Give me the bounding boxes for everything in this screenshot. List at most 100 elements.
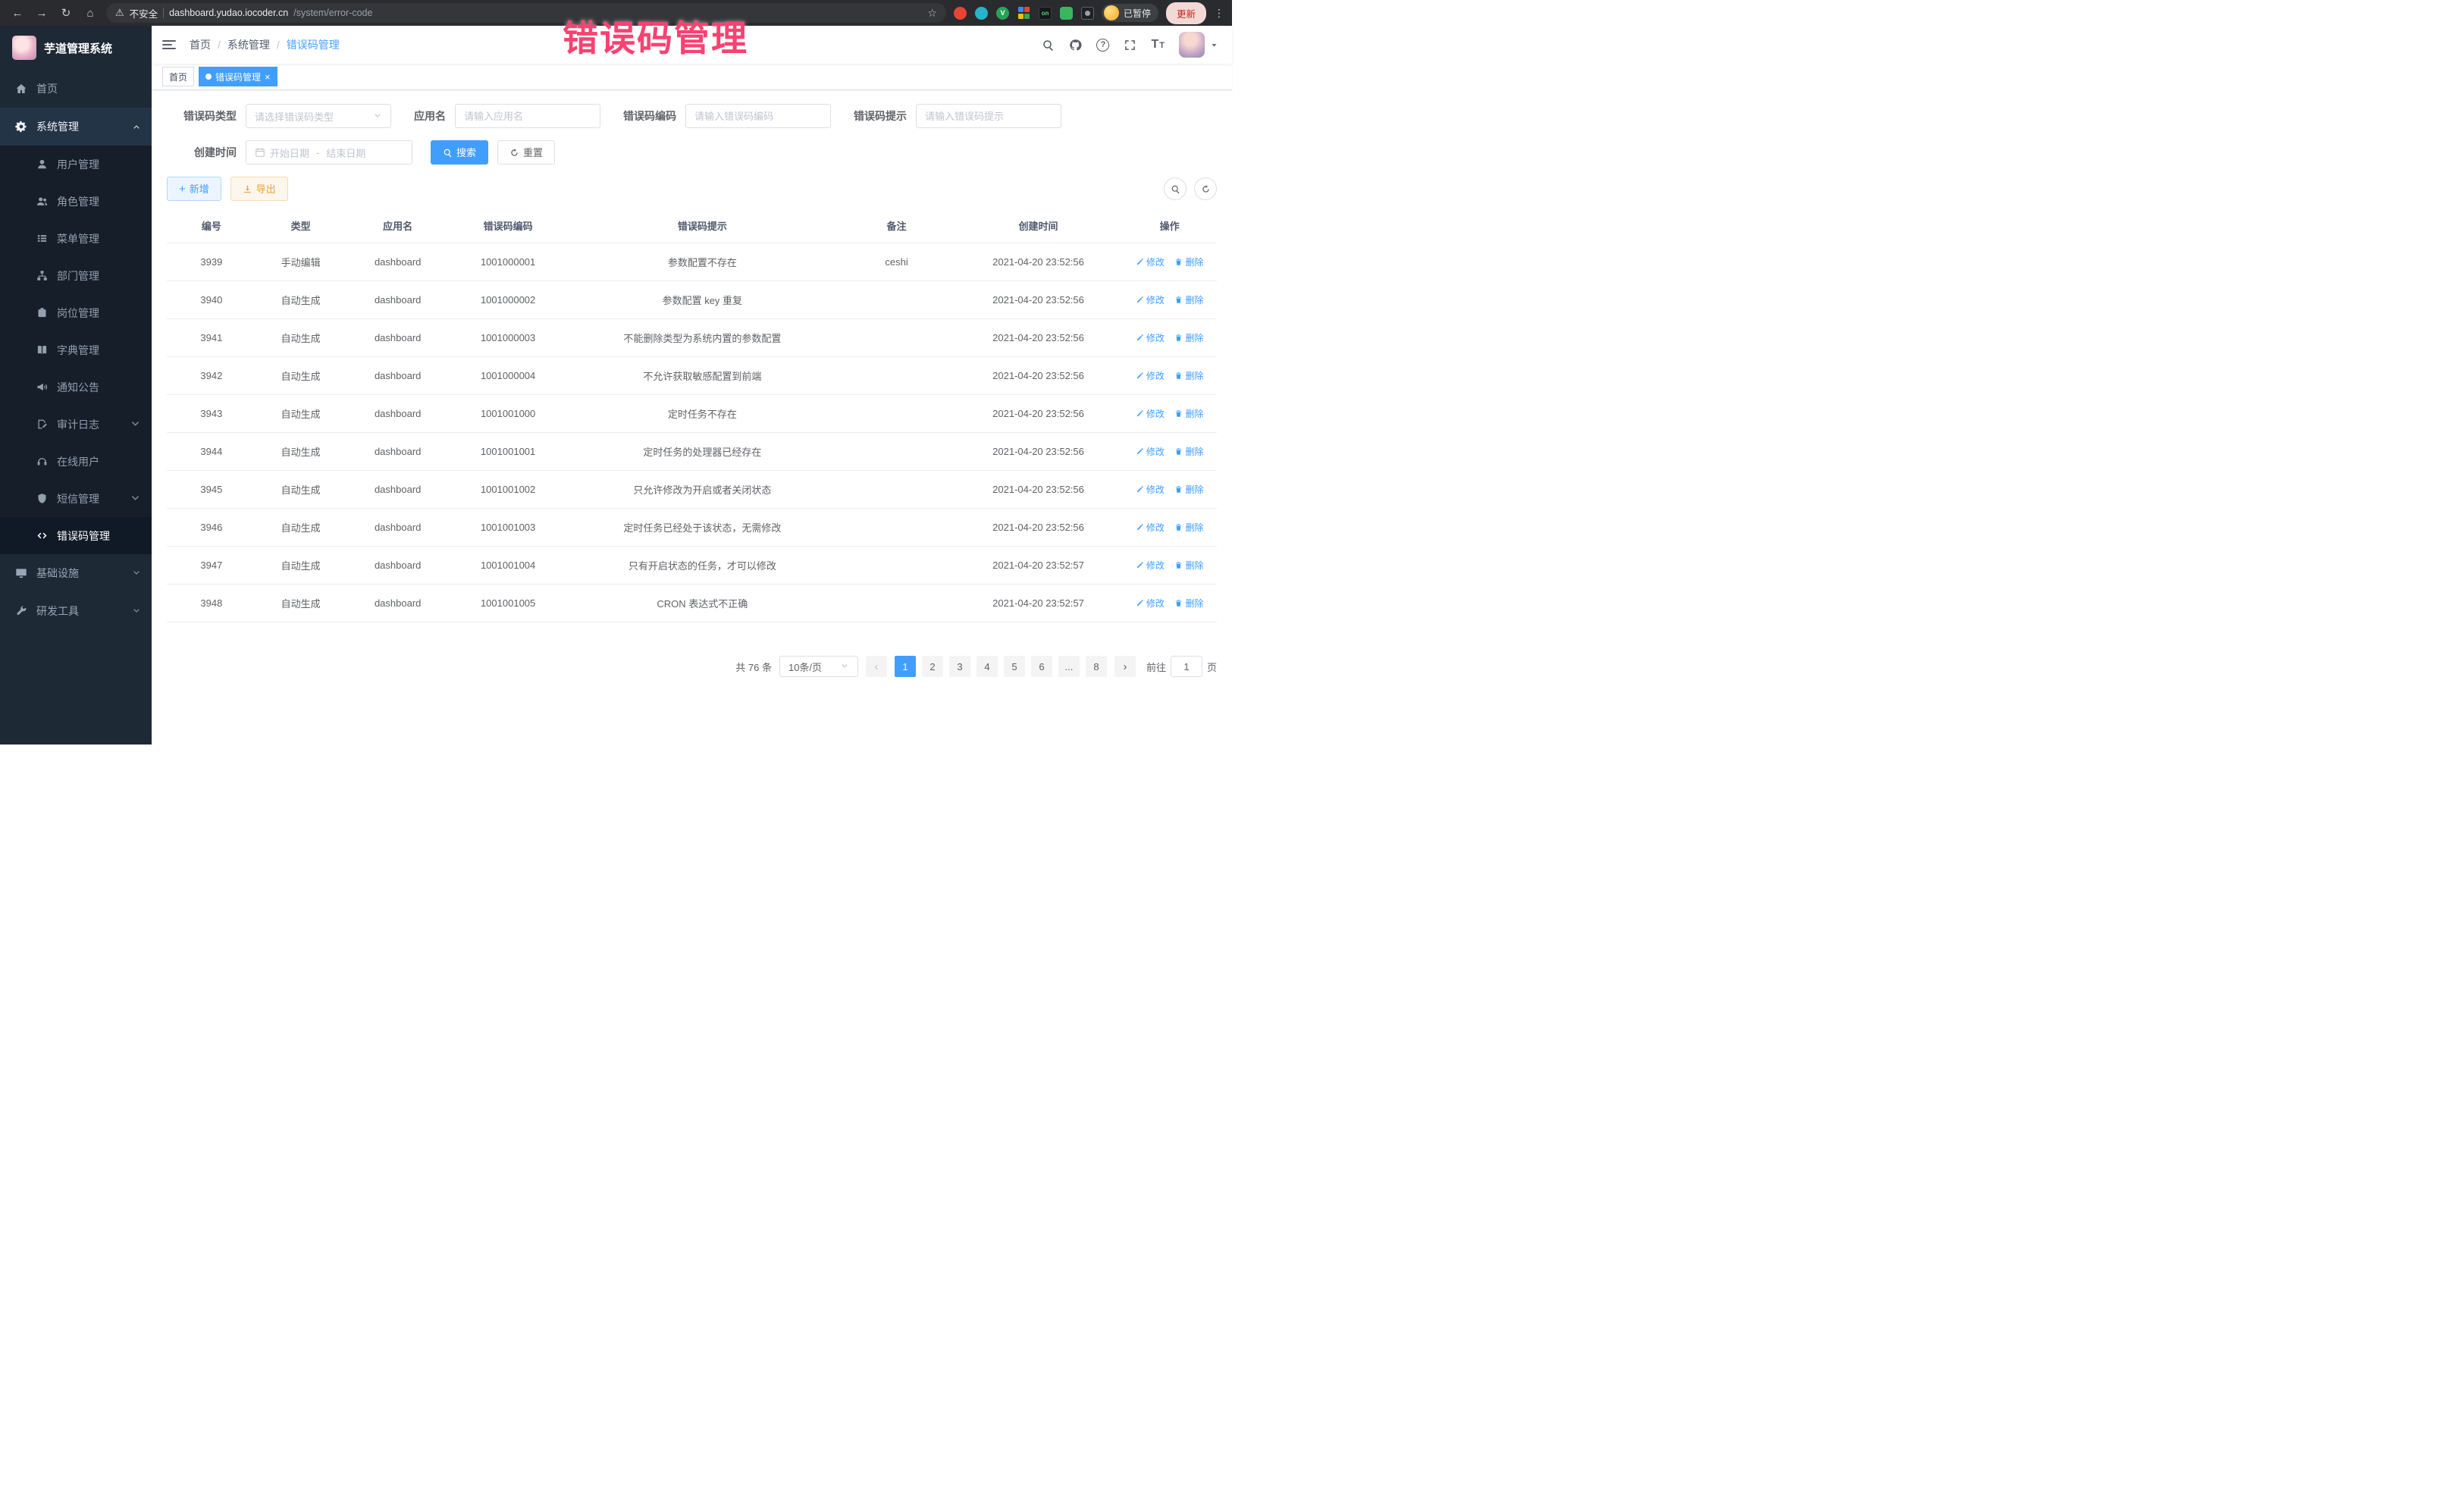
edit-link[interactable]: 修改 — [1136, 369, 1165, 382]
app-logo[interactable]: 芋道管理系统 — [0, 26, 152, 70]
active-dot — [205, 74, 212, 80]
reload-icon[interactable]: ↻ — [58, 8, 74, 19]
font-size-icon[interactable]: TT — [1151, 38, 1165, 52]
end-date-placeholder: 结束日期 — [326, 146, 365, 160]
error-code-input[interactable] — [685, 104, 831, 128]
sidebar-subitem[interactable]: 岗位管理 — [0, 294, 152, 331]
fullscreen-icon[interactable] — [1124, 39, 1136, 52]
sidebar-subitem[interactable]: 角色管理 — [0, 183, 152, 220]
page-button[interactable]: 4 — [977, 656, 998, 677]
error-type-select[interactable]: 请选择错误码类型 — [246, 104, 391, 128]
sidebar-item-home[interactable]: 首页 — [0, 70, 152, 108]
browser-home-icon[interactable]: ⌂ — [82, 8, 99, 19]
error-hint-input[interactable] — [916, 104, 1061, 128]
toggle-search-button[interactable] — [1164, 177, 1187, 200]
edit-link[interactable]: 修改 — [1136, 483, 1165, 496]
tags-bar: 首页 × 错误码管理 × — [152, 64, 1232, 90]
prev-page-button[interactable]: ‹ — [866, 656, 887, 677]
page-size-select[interactable]: 10条/页 — [779, 656, 858, 677]
sidebar-subitem[interactable]: 部门管理 — [0, 257, 152, 294]
edit-link[interactable]: 修改 — [1136, 255, 1165, 268]
page-button[interactable]: 1 — [895, 656, 916, 677]
add-button[interactable]: + 新增 — [167, 177, 221, 201]
sidebar-subitem[interactable]: 审计日志 — [0, 406, 152, 443]
sidebar-subitem[interactable]: 通知公告 — [0, 368, 152, 406]
edit-link[interactable]: 修改 — [1136, 331, 1165, 344]
github-icon[interactable] — [1069, 39, 1082, 52]
back-icon[interactable]: ← — [9, 8, 26, 19]
delete-link[interactable]: 删除 — [1174, 293, 1203, 306]
delete-link[interactable]: 删除 — [1174, 483, 1203, 496]
edit-link[interactable]: 修改 — [1136, 293, 1165, 306]
edit-link[interactable]: 修改 — [1136, 559, 1165, 572]
close-icon[interactable]: × — [265, 72, 271, 82]
sidebar-item-system[interactable]: 系统管理 — [0, 108, 152, 146]
sidebar-subitem[interactable]: 在线用户 — [0, 443, 152, 480]
reset-button[interactable]: 重置 — [497, 140, 555, 165]
sidebar-subitem[interactable]: 用户管理 — [0, 146, 152, 183]
navbar-actions: ? TT — [1042, 32, 1218, 58]
breadcrumb-item[interactable]: 首页 — [190, 37, 227, 52]
page-button[interactable]: 2 — [922, 656, 943, 677]
next-page-button[interactable]: › — [1114, 656, 1136, 677]
drop-extension-icon[interactable] — [975, 7, 988, 20]
cell-type: 自动生成 — [256, 585, 346, 622]
delete-link[interactable]: 删除 — [1174, 255, 1203, 268]
delete-link[interactable]: 删除 — [1174, 521, 1203, 534]
delete-link[interactable]: 删除 — [1174, 559, 1203, 572]
search-button[interactable]: 搜索 — [431, 140, 488, 165]
page-button[interactable]: 5 — [1004, 656, 1025, 677]
refresh-table-button[interactable] — [1194, 177, 1217, 200]
delete-link[interactable]: 删除 — [1174, 407, 1203, 420]
bookmark-star-icon[interactable]: ☆ — [927, 7, 937, 20]
hamburger-icon[interactable] — [162, 40, 176, 49]
page-button[interactable]: 8 — [1086, 656, 1107, 677]
extensions-puzzle-icon[interactable] — [1081, 7, 1094, 20]
user-menu[interactable] — [1179, 32, 1218, 58]
profile-chip[interactable]: 已暂停 — [1102, 4, 1158, 22]
grid-extension-icon[interactable] — [1017, 7, 1030, 20]
breadcrumb-item[interactable]: 错误码管理 — [287, 37, 340, 52]
cell-hint: 定时任务已经处于该状态，无需修改 — [566, 509, 839, 547]
v-extension-icon[interactable]: V — [996, 7, 1009, 20]
sidebar-item[interactable]: 基础设施 — [0, 554, 152, 592]
sidebar-subitem[interactable]: 短信管理 — [0, 480, 152, 517]
app-name-input[interactable] — [455, 104, 600, 128]
search-icon[interactable] — [1042, 39, 1055, 52]
cell-app: dashboard — [345, 433, 450, 471]
trash-icon — [1174, 409, 1183, 418]
sidebar-subitem[interactable]: 字典管理 — [0, 331, 152, 368]
edit-link[interactable]: 修改 — [1136, 521, 1165, 534]
sidebar-item[interactable]: 研发工具 — [0, 592, 152, 630]
delete-link[interactable]: 删除 — [1174, 597, 1203, 610]
date-range-picker[interactable]: 开始日期 - 结束日期 — [246, 140, 412, 165]
export-button[interactable]: 导出 — [230, 177, 288, 201]
cell-time: 2021-04-20 23:52:56 — [955, 281, 1123, 319]
tag-view[interactable]: 首页 × — [162, 67, 194, 86]
menu-kebab-icon[interactable]: ⋮ — [1214, 8, 1223, 18]
tag-view[interactable]: 错误码管理 × — [199, 67, 277, 86]
address-bar[interactable]: ⚠ 不安全 dashboard.yudao.iocoder.cn/system/… — [106, 3, 946, 23]
app-name-label: 应用名 — [414, 108, 455, 124]
page-button[interactable]: 6 — [1031, 656, 1052, 677]
edit-link[interactable]: 修改 — [1136, 407, 1165, 420]
sidebar-subitem[interactable]: 菜单管理 — [0, 220, 152, 257]
goto-page-input[interactable] — [1171, 656, 1202, 677]
sidebar-subitem[interactable]: 错误码管理 — [0, 517, 152, 554]
page-button[interactable]: 3 — [949, 656, 970, 677]
page-button[interactable]: ... — [1058, 656, 1080, 677]
forward-icon[interactable]: → — [33, 8, 50, 19]
help-icon[interactable]: ? — [1096, 39, 1109, 52]
cell-app: dashboard — [345, 547, 450, 585]
update-button[interactable]: 更新 — [1166, 2, 1206, 24]
record-extension-icon[interactable] — [954, 7, 967, 20]
delete-link[interactable]: 删除 — [1174, 331, 1203, 344]
on-badge-extension-icon[interactable]: on — [1039, 7, 1052, 20]
delete-link[interactable]: 删除 — [1174, 369, 1203, 382]
breadcrumb-item[interactable]: 系统管理 — [227, 37, 287, 52]
leaf-extension-icon[interactable] — [1060, 7, 1073, 20]
edit-link[interactable]: 修改 — [1136, 597, 1165, 610]
filter-row-1: 错误码类型 请选择错误码类型 应用名 错误码编码 — [167, 104, 1217, 128]
delete-link[interactable]: 删除 — [1174, 445, 1203, 458]
edit-link[interactable]: 修改 — [1136, 445, 1165, 458]
